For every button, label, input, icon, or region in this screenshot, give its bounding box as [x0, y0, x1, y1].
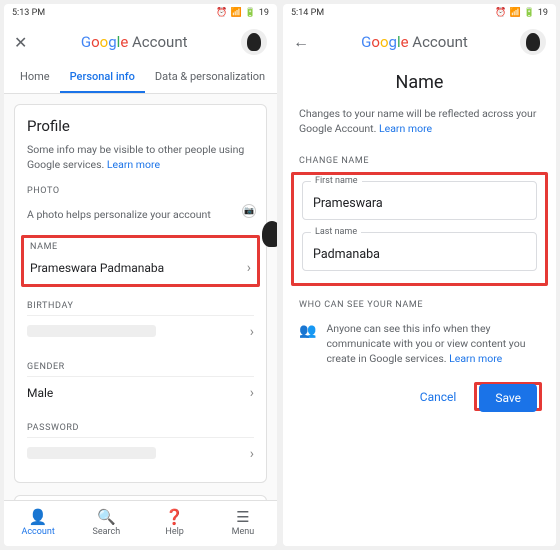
profile-subtext: Some info may be visible to other people…	[27, 143, 254, 172]
nav-account[interactable]: 👤 Account	[4, 501, 72, 546]
highlight-name: NAME Prameswara Padmanaba ›	[21, 235, 260, 287]
learn-more-link[interactable]: Learn more	[449, 352, 502, 365]
profile-card: Profile Some info may be visible to othe…	[14, 104, 267, 483]
last-name-value: Padmanaba	[313, 247, 380, 262]
wifi-icon: 📶	[230, 8, 241, 18]
who-can-see-label: WHO CAN SEE YOUR NAME	[283, 294, 556, 316]
avatar[interactable]	[520, 29, 546, 55]
cancel-button[interactable]: Cancel	[412, 384, 465, 410]
first-name-field[interactable]: First name Prameswara	[302, 181, 537, 220]
chevron-right-icon: ›	[250, 385, 254, 401]
bottom-nav: 👤 Account 🔍 Search ❓ Help ☰ Menu	[4, 500, 277, 546]
battery-level: 19	[259, 8, 269, 18]
screenshot-left: 5:13 PM ⏰ 📶 🔋 19 ✕ Google Account Home P…	[4, 4, 277, 546]
content[interactable]: Name Changes to your name will be reflec…	[283, 62, 556, 546]
birthday-value-redacted	[27, 325, 156, 337]
name-value: Prameswara Padmanaba	[30, 261, 239, 275]
chevron-right-icon: ›	[247, 260, 251, 276]
battery-level: 19	[538, 8, 548, 18]
photo-desc: A photo helps personalize your account	[27, 208, 246, 223]
battery-icon: 🔋	[524, 8, 535, 18]
photo-label: PHOTO	[27, 186, 254, 196]
profile-heading: Profile	[27, 117, 254, 135]
camera-icon: 📷	[242, 204, 256, 218]
people-icon: 👥	[299, 322, 316, 366]
status-time: 5:13 PM	[12, 8, 45, 18]
password-label: PASSWORD	[27, 423, 254, 433]
alarm-icon: ⏰	[216, 8, 227, 18]
nav-menu[interactable]: ☰ Menu	[209, 501, 277, 546]
nav-search[interactable]: 🔍 Search	[72, 501, 140, 546]
first-name-label: First name	[311, 176, 362, 186]
page-title: Name	[283, 62, 556, 107]
chevron-right-icon: ›	[250, 324, 254, 340]
status-icons: ⏰ 📶 🔋 19	[216, 8, 269, 18]
highlight-name-fields: First name Prameswara Last name Padmanab…	[291, 172, 548, 286]
chevron-right-icon: ›	[250, 446, 254, 462]
app-title: Google Account	[319, 33, 510, 51]
wifi-icon: 📶	[509, 8, 520, 18]
search-icon: 🔍	[97, 510, 116, 525]
gender-value: Male	[27, 386, 242, 400]
button-row: Cancel Save	[283, 382, 556, 425]
status-bar: 5:14 PM ⏰ 📶 🔋 19	[283, 4, 556, 22]
tabs: Home Personal info Data & personalizatio…	[4, 62, 277, 94]
password-value-redacted	[27, 447, 156, 459]
avatar[interactable]	[241, 29, 267, 55]
last-name-label: Last name	[311, 227, 361, 237]
close-icon[interactable]: ✕	[14, 33, 27, 52]
photo-row[interactable]: A photo helps personalize your account 📷	[27, 200, 254, 231]
app-title: Google Account	[37, 33, 231, 51]
learn-more-link[interactable]: Learn more	[379, 122, 432, 135]
status-time: 5:14 PM	[291, 8, 324, 18]
birthday-label: BIRTHDAY	[27, 301, 254, 311]
app-bar: ← Google Account	[283, 22, 556, 62]
alarm-icon: ⏰	[495, 8, 506, 18]
nav-help[interactable]: ❓ Help	[141, 501, 209, 546]
tab-home[interactable]: Home	[10, 62, 60, 93]
last-name-field[interactable]: Last name Padmanaba	[302, 232, 537, 271]
highlight-save: Save	[474, 382, 542, 411]
name-label: NAME	[30, 242, 251, 252]
menu-icon: ☰	[236, 510, 249, 525]
battery-icon: 🔋	[245, 8, 256, 18]
password-row[interactable]: ›	[27, 437, 254, 470]
content[interactable]: Profile Some info may be visible to othe…	[4, 94, 277, 500]
gender-label: GENDER	[27, 362, 254, 372]
change-name-label: CHANGE NAME	[283, 150, 556, 172]
back-icon[interactable]: ←	[293, 32, 309, 52]
screenshot-right: 5:14 PM ⏰ 📶 🔋 19 ← Google Account Name C…	[283, 4, 556, 546]
status-bar: 5:13 PM ⏰ 📶 🔋 19	[4, 4, 277, 22]
gender-row[interactable]: Male ›	[27, 376, 254, 409]
save-button[interactable]: Save	[479, 384, 537, 412]
visibility-row: 👥 Anyone can see this info when they com…	[283, 316, 556, 382]
page-description: Changes to your name will be reflected a…	[283, 107, 556, 150]
status-icons: ⏰ 📶 🔋 19	[495, 8, 548, 18]
first-name-value: Prameswara	[313, 196, 383, 211]
learn-more-link[interactable]: Learn more	[107, 158, 160, 171]
help-icon: ❓	[165, 510, 184, 525]
account-icon: 👤	[29, 510, 48, 525]
visibility-text: Anyone can see this info when they commu…	[326, 322, 540, 366]
name-row[interactable]: Prameswara Padmanaba ›	[30, 256, 251, 280]
tab-personal-info[interactable]: Personal info	[60, 62, 145, 93]
tab-data-personalization[interactable]: Data & personalization	[145, 62, 275, 93]
app-bar: ✕ Google Account	[4, 22, 277, 62]
birthday-row[interactable]: ›	[27, 315, 254, 348]
